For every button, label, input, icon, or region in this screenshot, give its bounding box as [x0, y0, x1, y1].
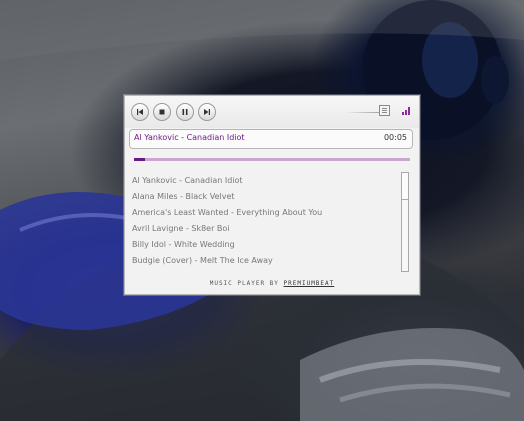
pause-icon: [182, 109, 188, 115]
playlist-item[interactable]: Al Yankovic - Canadian Idiot: [132, 176, 243, 185]
premiumbeat-link[interactable]: PREMIUMBEAT: [284, 280, 335, 287]
credit-prefix: MUSIC PLAYER BY: [209, 280, 284, 287]
pause-button[interactable]: [176, 103, 194, 121]
progress-bar[interactable]: [134, 158, 410, 161]
elapsed-time: 00:05: [383, 133, 407, 142]
playlist-item[interactable]: Billy Idol - White Wedding: [132, 240, 235, 249]
previous-icon: [137, 109, 143, 115]
music-player: Al Yankovic - Canadian Idiot 00:05 Al Ya…: [124, 95, 420, 295]
volume-slider-track[interactable]: [345, 112, 383, 113]
progress-fill: [134, 158, 146, 161]
now-playing-title: Al Yankovic - Canadian Idiot: [134, 133, 245, 142]
playlist: Al Yankovic - Canadian Idiot Alana Miles…: [129, 172, 411, 272]
credit-footer: MUSIC PLAYER BY PREMIUMBEAT: [125, 280, 419, 287]
previous-button[interactable]: [131, 103, 149, 121]
scrollbar-thumb[interactable]: [402, 173, 408, 200]
next-icon: [204, 109, 210, 115]
volume-bars-icon: [402, 107, 411, 115]
volume-slider-handle[interactable]: [379, 105, 390, 116]
controls-bar: [125, 96, 419, 128]
stop-button[interactable]: [153, 103, 171, 121]
playlist-item[interactable]: America's Least Wanted - Everything Abou…: [132, 208, 322, 217]
playlist-item[interactable]: Avril Lavigne - Sk8er Boi: [132, 224, 230, 233]
playlist-scrollbar[interactable]: [401, 172, 409, 272]
stop-icon: [159, 109, 165, 115]
playlist-item[interactable]: Alana Miles - Black Velvet: [132, 192, 235, 201]
now-playing-display: Al Yankovic - Canadian Idiot 00:05: [129, 129, 413, 149]
next-button[interactable]: [198, 103, 216, 121]
playlist-item[interactable]: Budgie (Cover) - Melt The Ice Away: [132, 256, 273, 265]
